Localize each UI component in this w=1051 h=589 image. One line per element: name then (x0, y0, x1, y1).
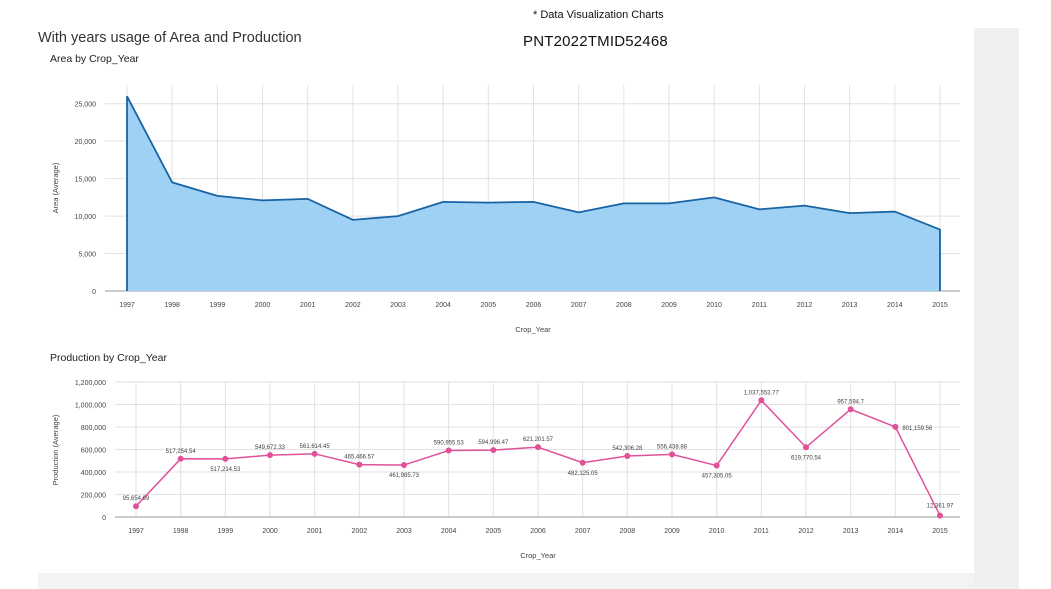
x-tick-label: 2009 (664, 528, 680, 535)
x-tick-label: 1999 (218, 528, 234, 535)
x-tick-label: 2013 (843, 528, 859, 535)
x-tick-label: 2010 (709, 528, 725, 535)
y-tick-label: 400,000 (81, 470, 106, 477)
x-tick-label: 2006 (530, 528, 546, 535)
production-point (937, 512, 943, 519)
data-label: 465,466.57 (344, 455, 375, 461)
production-chart: 0 200,000 400,000 600,000 800,000 1,000,000 1,… (51, 380, 960, 560)
production-point (445, 447, 452, 454)
data-label: 621,201.57 (523, 437, 554, 443)
y-tick-label: 1,200,000 (75, 380, 106, 387)
production-point (713, 462, 720, 469)
data-label: 461,985.73 (389, 473, 420, 479)
data-label: 95,654.69 (123, 496, 150, 502)
production-point (847, 406, 854, 413)
data-label: 590,955.53 (434, 441, 465, 447)
data-label: 542,306.28 (612, 446, 643, 452)
production-point (758, 397, 765, 404)
x-tick-label: 1998 (173, 528, 189, 535)
production-point (535, 444, 541, 451)
y-tick-label: 0 (102, 515, 106, 522)
production-point (490, 447, 497, 454)
x-tick-label: 2000 (262, 528, 278, 535)
x-tick-label: 2007 (575, 528, 591, 535)
data-label: 517,254.54 (166, 449, 197, 455)
x-tick-label: 2002 (352, 528, 368, 535)
x-tick-label: 2005 (486, 528, 502, 535)
production-point (311, 450, 318, 457)
y-tick-label: 800,000 (81, 425, 106, 432)
x-tick-label: 2004 (441, 528, 457, 535)
y-tick-label: 600,000 (81, 448, 106, 455)
data-label: 561,614.45 (300, 444, 331, 450)
production-point (267, 452, 273, 459)
production-point (177, 455, 184, 462)
data-label: 556,438.88 (657, 444, 688, 450)
production-point (401, 462, 407, 469)
data-label: 549,672.33 (255, 445, 286, 451)
production-point (579, 459, 586, 466)
data-label: 619,770.54 (791, 455, 822, 461)
production-point (624, 452, 631, 459)
production-point (892, 423, 899, 430)
data-label: 1,037,553.77 (744, 390, 780, 396)
x-tick-label: 2012 (798, 528, 814, 535)
x-tick-label: 2011 (754, 528, 769, 535)
x-tick-label: 2015 (932, 528, 948, 535)
x-tick-label: 2003 (396, 528, 412, 535)
y-tick-label: 200,000 (81, 493, 106, 500)
production-point (669, 451, 675, 458)
x-tick-label: 2014 (888, 528, 904, 535)
x-tick-label: 2008 (620, 528, 636, 535)
production-point (356, 461, 363, 468)
production-point (803, 444, 809, 451)
data-label: 594,996.47 (478, 440, 509, 446)
data-label: 517,214.53 (210, 467, 241, 473)
x-axis-title: Crop_Year (520, 551, 556, 560)
data-label: 12,361.97 (927, 504, 954, 510)
production-point (222, 455, 229, 462)
x-tick-label: 2001 (307, 528, 323, 535)
y-tick-label: 1,000,000 (75, 403, 106, 410)
data-label: 801,159.56 (902, 426, 933, 432)
data-label: 482,125.05 (568, 471, 599, 477)
data-label: 957,594.7 (837, 399, 864, 405)
production-point (133, 503, 139, 510)
y-axis-title: Production (Average) (51, 414, 60, 485)
x-tick-label: 1997 (128, 528, 144, 535)
data-label: 457,305.05 (702, 474, 733, 480)
